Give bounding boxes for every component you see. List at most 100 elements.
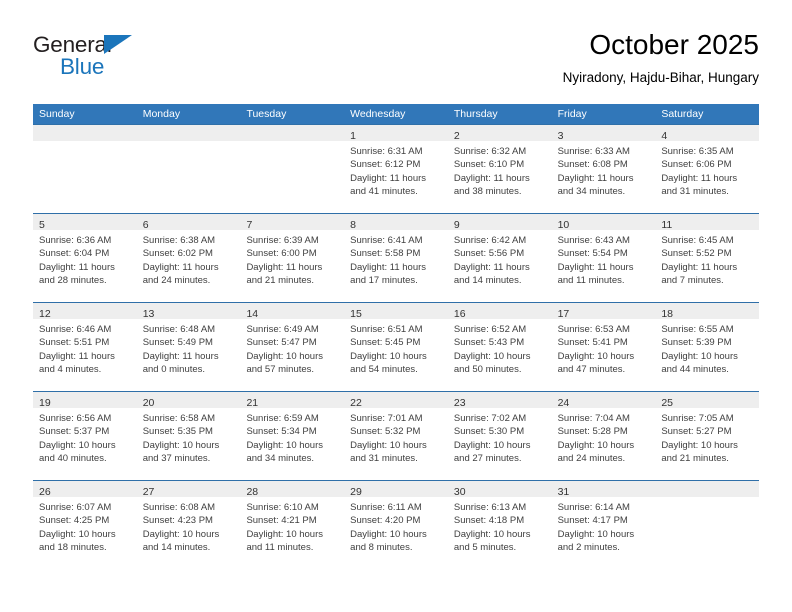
day-cell bbox=[655, 481, 760, 569]
day-details: Sunrise: 6:10 AM Sunset: 4:21 PM Dayligh… bbox=[240, 497, 344, 555]
day-cell[interactable]: 8 Sunrise: 6:41 AM Sunset: 5:58 PM Dayli… bbox=[344, 214, 448, 302]
day-cell[interactable]: 14 Sunrise: 6:49 AM Sunset: 5:47 PM Dayl… bbox=[240, 303, 345, 391]
day-cell[interactable]: 19 Sunrise: 6:56 AM Sunset: 5:37 PM Dayl… bbox=[33, 392, 137, 480]
day-cell[interactable]: 11 Sunrise: 6:45 AM Sunset: 5:52 PM Dayl… bbox=[655, 214, 760, 302]
daylight-text-line1: Daylight: 10 hours bbox=[246, 350, 324, 362]
day-cell[interactable]: 20 Sunrise: 6:58 AM Sunset: 5:35 PM Dayl… bbox=[136, 392, 241, 480]
day-number: 27 bbox=[142, 486, 155, 498]
sunset-text: Sunset: 5:35 PM bbox=[142, 426, 213, 438]
daylight-text-line2: and 4 minutes. bbox=[39, 364, 102, 376]
day-cell[interactable]: 15 Sunrise: 6:51 AM Sunset: 5:45 PM Dayl… bbox=[344, 303, 448, 391]
day-cell[interactable]: 10 Sunrise: 6:43 AM Sunset: 5:54 PM Dayl… bbox=[551, 214, 656, 302]
daylight-text-line1: Daylight: 11 hours bbox=[350, 261, 427, 273]
sunrise-text: Sunrise: 6:31 AM bbox=[350, 146, 423, 157]
title-block: October 2025 Nyiradony, Hajdu-Bihar, Hun… bbox=[563, 28, 759, 86]
day-details: Sunrise: 6:56 AM Sunset: 5:37 PM Dayligh… bbox=[33, 408, 137, 466]
sunset-text: Sunset: 5:32 PM bbox=[350, 426, 421, 438]
day-cell[interactable]: 12 Sunrise: 6:46 AM Sunset: 5:51 PM Dayl… bbox=[33, 303, 137, 391]
day-number: 12 bbox=[39, 308, 51, 320]
daylight-text-line1: Daylight: 10 hours bbox=[557, 350, 635, 362]
weekday-header-sunday: Sunday bbox=[39, 108, 75, 120]
day-cell[interactable]: 26 Sunrise: 6:07 AM Sunset: 4:25 PM Dayl… bbox=[33, 481, 137, 569]
sunset-text: Sunset: 5:51 PM bbox=[39, 337, 110, 349]
day-cell[interactable]: 22 Sunrise: 7:01 AM Sunset: 5:32 PM Dayl… bbox=[344, 392, 448, 480]
daylight-text-line1: Daylight: 10 hours bbox=[350, 439, 427, 451]
daylight-text-line2: and 17 minutes. bbox=[350, 275, 418, 287]
day-cell[interactable]: 29 Sunrise: 6:11 AM Sunset: 4:20 PM Dayl… bbox=[344, 481, 448, 569]
daylight-text-line2: and 2 minutes. bbox=[557, 542, 620, 554]
sunset-text: Sunset: 4:25 PM bbox=[39, 515, 110, 527]
sunrise-text: Sunrise: 6:08 AM bbox=[142, 502, 216, 513]
sunrise-text: Sunrise: 6:52 AM bbox=[453, 324, 527, 335]
day-number: 19 bbox=[39, 397, 51, 409]
day-cell[interactable]: 4 Sunrise: 6:35 AM Sunset: 6:06 PM Dayli… bbox=[655, 125, 760, 213]
day-cell[interactable]: 1 Sunrise: 6:31 AM Sunset: 6:12 PM Dayli… bbox=[344, 125, 448, 213]
day-number: 16 bbox=[453, 308, 466, 320]
day-cell[interactable]: 6 Sunrise: 6:38 AM Sunset: 6:02 PM Dayli… bbox=[136, 214, 241, 302]
day-cell[interactable]: 5 Sunrise: 6:36 AM Sunset: 6:04 PM Dayli… bbox=[33, 214, 137, 302]
daylight-text-line2: and 47 minutes. bbox=[557, 364, 626, 376]
sunrise-text: Sunrise: 6:49 AM bbox=[246, 324, 319, 335]
daylight-text-line2: and 21 minutes. bbox=[661, 453, 729, 465]
day-details: Sunrise: 6:38 AM Sunset: 6:02 PM Dayligh… bbox=[137, 230, 241, 288]
weekday-header-thursday: Thursday bbox=[453, 108, 498, 120]
day-cell[interactable]: 18 Sunrise: 6:55 AM Sunset: 5:39 PM Dayl… bbox=[655, 303, 760, 391]
daylight-text-line2: and 7 minutes. bbox=[661, 275, 724, 287]
sunrise-text: Sunrise: 6:56 AM bbox=[39, 413, 112, 424]
day-cell[interactable]: 23 Sunrise: 7:02 AM Sunset: 5:30 PM Dayl… bbox=[447, 392, 552, 480]
day-cell bbox=[240, 125, 345, 213]
day-cell[interactable]: 31 Sunrise: 6:14 AM Sunset: 4:17 PM Dayl… bbox=[551, 481, 656, 569]
sunset-text: Sunset: 6:06 PM bbox=[661, 159, 732, 171]
sunset-text: Sunset: 4:17 PM bbox=[557, 515, 628, 527]
logo-text-blue: Blue bbox=[60, 54, 105, 79]
sunset-text: Sunset: 5:56 PM bbox=[453, 248, 525, 260]
daylight-text-line2: and 34 minutes. bbox=[557, 186, 626, 198]
daylight-text-line1: Daylight: 11 hours bbox=[142, 261, 219, 273]
day-details: Sunrise: 6:13 AM Sunset: 4:18 PM Dayligh… bbox=[448, 497, 552, 555]
daylight-text-line2: and 54 minutes. bbox=[350, 364, 418, 376]
day-cell[interactable]: 17 Sunrise: 6:53 AM Sunset: 5:41 PM Dayl… bbox=[551, 303, 656, 391]
day-number: 11 bbox=[661, 219, 673, 231]
sunset-text: Sunset: 5:49 PM bbox=[142, 337, 213, 349]
day-cell[interactable]: 2 Sunrise: 6:32 AM Sunset: 6:10 PM Dayli… bbox=[447, 125, 552, 213]
daylight-text-line2: and 14 minutes. bbox=[142, 542, 211, 554]
day-cell[interactable]: 16 Sunrise: 6:52 AM Sunset: 5:43 PM Dayl… bbox=[447, 303, 552, 391]
sunset-text: Sunset: 6:10 PM bbox=[453, 159, 525, 171]
day-number: 24 bbox=[557, 397, 570, 409]
daylight-text-line2: and 38 minutes. bbox=[453, 186, 522, 198]
week-row: 5 Sunrise: 6:36 AM Sunset: 6:04 PM Dayli… bbox=[33, 213, 760, 302]
daylight-text-line2: and 31 minutes. bbox=[661, 186, 729, 198]
day-cell[interactable]: 21 Sunrise: 6:59 AM Sunset: 5:34 PM Dayl… bbox=[240, 392, 345, 480]
daylight-text-line2: and 14 minutes. bbox=[453, 275, 522, 287]
sunset-text: Sunset: 5:41 PM bbox=[557, 337, 628, 349]
day-number: 6 bbox=[142, 219, 149, 231]
day-cell[interactable]: 13 Sunrise: 6:48 AM Sunset: 5:49 PM Dayl… bbox=[136, 303, 241, 391]
day-number: 29 bbox=[350, 486, 362, 498]
day-details: Sunrise: 7:02 AM Sunset: 5:30 PM Dayligh… bbox=[448, 408, 552, 466]
day-cell[interactable]: 7 Sunrise: 6:39 AM Sunset: 6:00 PM Dayli… bbox=[240, 214, 345, 302]
day-cell[interactable]: 25 Sunrise: 7:05 AM Sunset: 5:27 PM Dayl… bbox=[655, 392, 760, 480]
sunset-text: Sunset: 5:39 PM bbox=[661, 337, 732, 349]
day-details: Sunrise: 6:43 AM Sunset: 5:54 PM Dayligh… bbox=[552, 230, 656, 288]
sunset-text: Sunset: 5:52 PM bbox=[661, 248, 732, 260]
daylight-text-line2: and 24 minutes. bbox=[557, 453, 626, 465]
day-cell[interactable]: 27 Sunrise: 6:08 AM Sunset: 4:23 PM Dayl… bbox=[136, 481, 241, 569]
day-cell[interactable]: 3 Sunrise: 6:33 AM Sunset: 6:08 PM Dayli… bbox=[551, 125, 656, 213]
day-cell[interactable]: 28 Sunrise: 6:10 AM Sunset: 4:21 PM Dayl… bbox=[240, 481, 345, 569]
day-details: Sunrise: 6:07 AM Sunset: 4:25 PM Dayligh… bbox=[33, 497, 137, 555]
daylight-text-line1: Daylight: 11 hours bbox=[661, 172, 738, 184]
day-details: Sunrise: 6:36 AM Sunset: 6:04 PM Dayligh… bbox=[33, 230, 137, 288]
day-cell[interactable]: 30 Sunrise: 6:13 AM Sunset: 4:18 PM Dayl… bbox=[447, 481, 552, 569]
sunrise-text: Sunrise: 7:01 AM bbox=[350, 413, 423, 424]
day-details bbox=[137, 141, 241, 145]
day-cell[interactable]: 24 Sunrise: 7:04 AM Sunset: 5:28 PM Dayl… bbox=[551, 392, 656, 480]
day-cell[interactable]: 9 Sunrise: 6:42 AM Sunset: 5:56 PM Dayli… bbox=[447, 214, 552, 302]
daylight-text-line1: Daylight: 10 hours bbox=[453, 350, 531, 362]
daylight-text-line1: Daylight: 10 hours bbox=[557, 528, 635, 540]
sunrise-text: Sunrise: 6:36 AM bbox=[39, 235, 112, 246]
sunrise-text: Sunrise: 6:07 AM bbox=[39, 502, 112, 513]
daylight-text-line1: Daylight: 10 hours bbox=[453, 439, 531, 451]
day-details: Sunrise: 6:58 AM Sunset: 5:35 PM Dayligh… bbox=[137, 408, 241, 466]
sunrise-text: Sunrise: 6:13 AM bbox=[453, 502, 527, 513]
daylight-text-line2: and 11 minutes. bbox=[246, 542, 314, 554]
